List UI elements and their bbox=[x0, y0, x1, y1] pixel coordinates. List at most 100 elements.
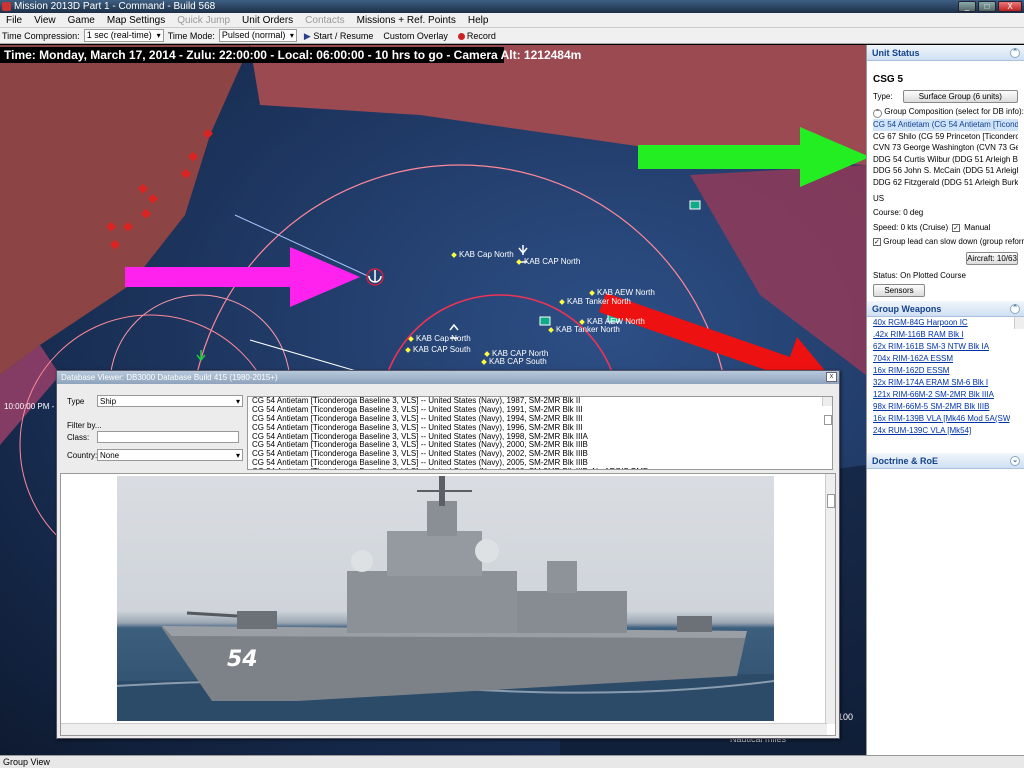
unit-status-header[interactable]: Unit Status ⌃ bbox=[867, 45, 1024, 61]
time-compression-label: Time Compression: bbox=[2, 30, 80, 41]
map-unit-label[interactable]: KAB AEW North bbox=[590, 288, 655, 297]
record-button[interactable]: Record bbox=[455, 28, 499, 44]
status-label: Status: On Plotted Course bbox=[873, 271, 966, 280]
close-button[interactable]: X bbox=[998, 1, 1022, 12]
weapon-item[interactable]: 98x RIM-66M-5 SM-2MR Blk IIIB bbox=[873, 401, 1010, 413]
image-vertical-scrollbar[interactable] bbox=[825, 474, 835, 724]
doctrine-header[interactable]: Doctrine & RoE ⌄ bbox=[867, 453, 1024, 469]
map-scale: 100 bbox=[838, 712, 854, 722]
port-icon-2 bbox=[539, 316, 551, 326]
weapon-item[interactable]: .42x RIM-116B RAM Blk I bbox=[873, 329, 1010, 341]
aircraft-button[interactable]: Aircraft: 10/63 bbox=[966, 252, 1018, 265]
ship-photo: 54 bbox=[117, 476, 774, 721]
map-unit-label[interactable]: KAB CAP South bbox=[482, 357, 547, 366]
weapon-item[interactable]: 24x RUM-139C VLA [Mk54] bbox=[873, 425, 1010, 437]
doctrine-title: Doctrine & RoE bbox=[872, 456, 939, 466]
map-unit-label[interactable]: KAB Cap North bbox=[409, 334, 471, 343]
side-label: US bbox=[873, 194, 885, 203]
menu-item-game[interactable]: Game bbox=[62, 13, 101, 27]
weapon-item[interactable]: 62x RIM-161B SM-3 NTW Blk IA bbox=[873, 341, 1010, 353]
composition-item[interactable]: CG 54 Antietam (CG 54 Antietam [Ticonde bbox=[873, 119, 1018, 131]
scroll-thumb[interactable] bbox=[824, 415, 832, 425]
image-horizontal-scrollbar[interactable] bbox=[61, 723, 827, 735]
sensors-button[interactable]: Sensors bbox=[873, 284, 925, 297]
menu-item-file[interactable]: File bbox=[0, 13, 28, 27]
time-mode-label: Time Mode: bbox=[167, 30, 215, 41]
group-weapons-list[interactable]: 40x RGM-84G Harpoon IC .42x RIM-116B RAM … bbox=[867, 317, 1024, 437]
db-type-select[interactable]: Ship bbox=[97, 395, 243, 407]
weapon-item[interactable]: 121x RIM-66M-2 SM-2MR Blk IIIA bbox=[873, 389, 1010, 401]
group-lead-label: Group lead can slow down (group reform) bbox=[883, 237, 1024, 246]
hull-number: 54 bbox=[227, 647, 258, 672]
map-unit-label[interactable]: KAB CAP North bbox=[517, 257, 580, 266]
collapse-icon[interactable]: ⌃ bbox=[1010, 304, 1020, 314]
manual-label: Manual bbox=[964, 223, 991, 232]
unit-status-title: Unit Status bbox=[872, 48, 920, 58]
composition-item[interactable]: DDG 54 Curtis Wilbur (DDG 51 Arleigh Bu bbox=[873, 154, 1018, 166]
class-filter-input[interactable] bbox=[97, 431, 239, 443]
composition-toggle[interactable]: ⌃ Group Composition (select for DB info)… bbox=[873, 107, 1024, 118]
weapon-item[interactable]: 40x RGM-84G Harpoon IC bbox=[873, 317, 1010, 329]
window-title: Mission 2013D Part 1 - Command - Build 5… bbox=[14, 1, 216, 12]
maximize-button[interactable]: □ bbox=[978, 1, 996, 12]
db-list-item[interactable]: CG 54 Antietam [Ticonderoga Baseline 3, … bbox=[250, 467, 832, 469]
type-label: Type bbox=[67, 397, 85, 406]
db-image-pane: 54 bbox=[60, 473, 836, 736]
composition-item[interactable]: CG 67 Shilo (CG 59 Princeton [Ticonderog bbox=[873, 131, 1018, 143]
menu-item-view[interactable]: View bbox=[28, 13, 62, 27]
db-list-scrollbar[interactable] bbox=[822, 397, 832, 425]
group-type-button[interactable]: Surface Group (6 units) bbox=[902, 90, 1018, 103]
group-name: CSG 5 bbox=[873, 74, 904, 85]
database-viewer-close-button[interactable]: x bbox=[826, 372, 837, 382]
weapon-item[interactable]: 32x RIM-174A ERAM SM-6 Blk I bbox=[873, 377, 1010, 389]
custom-overlay-button[interactable]: Custom Overlay bbox=[380, 28, 451, 44]
group-lead-checkbox[interactable]: ✓ bbox=[873, 238, 881, 246]
time-mode-select[interactable]: Pulsed (normal) bbox=[218, 29, 297, 42]
filter-label: Filter by... bbox=[67, 421, 102, 430]
group-composition-list[interactable]: CG 54 Antietam (CG 54 Antietam [Ticonde C… bbox=[873, 119, 1018, 188]
group-lead-option[interactable]: ✓ Group lead can slow down (group reform… bbox=[873, 237, 1024, 246]
country-select[interactable]: None bbox=[97, 449, 243, 461]
group-view-label: Group View bbox=[3, 757, 50, 767]
map-unit-label[interactable]: KAB Cap North bbox=[452, 250, 514, 259]
window-titlebar: Mission 2013D Part 1 - Command - Build 5… bbox=[0, 0, 1024, 13]
start-resume-label: Start / Resume bbox=[313, 30, 374, 41]
record-icon bbox=[457, 32, 465, 40]
composition-item[interactable]: CVN 73 George Washington (CVN 73 Geo bbox=[873, 142, 1018, 154]
minimize-button[interactable]: _ bbox=[958, 1, 976, 12]
weapons-scrollbar[interactable] bbox=[1014, 317, 1024, 329]
expand-icon[interactable]: ⌄ bbox=[1010, 456, 1020, 466]
composition-item[interactable]: DDG 62 Fitzgerald (DDG 51 Arleigh Burke bbox=[873, 177, 1018, 189]
menu-item-missions-ref-points[interactable]: Missions + Ref. Points bbox=[351, 13, 462, 27]
bottom-status-bar: Group View bbox=[0, 755, 1024, 768]
db-entry-list[interactable]: CG 54 Antietam [Ticonderoga Baseline 3, … bbox=[247, 396, 833, 470]
scroll-thumb[interactable] bbox=[827, 494, 835, 508]
time-compression-select[interactable]: 1 sec (real-time) bbox=[83, 29, 164, 42]
composition-item[interactable]: DDG 56 John S. McCain (DDG 51 Arleigh bbox=[873, 165, 1018, 177]
menu-item-unit-orders[interactable]: Unit Orders bbox=[236, 13, 299, 27]
database-viewer-titlebar: Database Viewer: DB3000 Database Build 4… bbox=[57, 371, 839, 384]
speed-label: Speed: 0 kts (Cruise) bbox=[873, 223, 949, 232]
manual-checkbox[interactable]: ✓ bbox=[952, 223, 961, 232]
menu-item-contacts[interactable]: Contacts bbox=[299, 13, 350, 27]
map-unit-label[interactable]: KAB Tanker North bbox=[560, 297, 631, 306]
weapon-item[interactable]: 16x RIM-162D ESSM bbox=[873, 365, 1010, 377]
weapon-item[interactable]: 16x RIM-139B VLA [Mk46 Mod 5A(SW)] bbox=[873, 413, 1010, 425]
db-entry-items: CG 54 Antietam [Ticonderoga Baseline 3, … bbox=[248, 397, 832, 469]
map-unit-label[interactable]: KAB CAP South bbox=[406, 345, 471, 354]
menu-item-help[interactable]: Help bbox=[462, 13, 495, 27]
collapse-icon[interactable]: ⌃ bbox=[1010, 48, 1020, 58]
record-label: Record bbox=[466, 30, 496, 41]
port-icon bbox=[689, 200, 701, 210]
course-label: Course: 0 deg bbox=[873, 208, 924, 217]
group-weapons-title: Group Weapons bbox=[872, 304, 942, 314]
weapon-item[interactable]: 704x RIM-162A ESSM bbox=[873, 353, 1010, 365]
menu-bar: File View Game Map Settings Quick Jump Unit O… bbox=[0, 13, 1024, 28]
map-time-label: 10:00:00 PM - S bbox=[4, 402, 62, 411]
start-resume-button[interactable]: ▶ Start / Resume bbox=[301, 28, 376, 44]
menu-item-map-settings[interactable]: Map Settings bbox=[101, 13, 171, 27]
group-weapons-header[interactable]: Group Weapons ⌃ bbox=[867, 301, 1024, 317]
land-mass-west-overlay bbox=[0, 45, 250, 375]
menu-item-quick-jump[interactable]: Quick Jump bbox=[171, 13, 236, 27]
map-unit-label[interactable]: KAB Tanker North bbox=[549, 325, 620, 334]
